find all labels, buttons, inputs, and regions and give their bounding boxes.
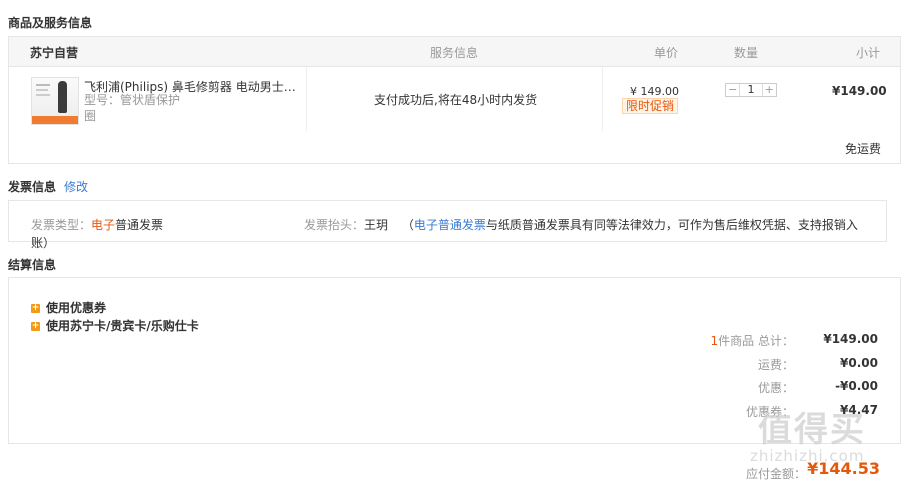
promo-badge: 限时促销 bbox=[622, 98, 679, 114]
product-image[interactable] bbox=[31, 77, 79, 125]
product-model: 型号：管状盾保护 bbox=[84, 93, 181, 107]
freight-value: ¥0.00 bbox=[840, 356, 878, 370]
shipping-note: 免运费 bbox=[845, 142, 882, 156]
expand-plus-icon: + bbox=[31, 303, 40, 313]
store-name: 苏宁自营 bbox=[30, 46, 79, 60]
col-subtotal: 小计 bbox=[856, 46, 881, 60]
invoice-edit-link[interactable]: 修改 bbox=[64, 178, 88, 195]
col-qty: 数量 bbox=[734, 46, 759, 60]
invoice-head: 发票抬头：王玥 （电子普通发票与纸质普通发票具有同等法律效力，可作为售后维权凭据… bbox=[304, 218, 858, 232]
expand-plus-icon: + bbox=[31, 321, 40, 331]
item-subtotal: ¥149.00 bbox=[832, 84, 887, 98]
discount-label: 优惠： bbox=[757, 381, 794, 395]
invoice-type: 发票类型：电子普通发票 bbox=[31, 218, 164, 232]
watermark-logo: 值得买 bbox=[758, 410, 866, 450]
unit-price: ¥ 149.00 bbox=[630, 85, 679, 98]
service-text: 支付成功后,将在48小时内发货 bbox=[374, 93, 538, 107]
use-cards-toggle[interactable]: + 使用苏宁卡/贵宾卡/乐购仕卡 bbox=[31, 317, 199, 334]
product-model-line2: 圈 bbox=[84, 109, 97, 123]
invoice-section-title: 发票信息 bbox=[8, 180, 57, 194]
qty-value[interactable]: 1 bbox=[739, 84, 763, 96]
col-service: 服务信息 bbox=[430, 46, 479, 60]
shipping-row bbox=[8, 131, 901, 164]
settlement-section-title: 结算信息 bbox=[8, 258, 57, 272]
total-value: ¥149.00 bbox=[823, 332, 878, 346]
qty-minus-button[interactable]: − bbox=[726, 84, 739, 96]
e-invoice-link[interactable]: 电子普通发票 bbox=[414, 218, 486, 232]
qty-plus-button[interactable]: + bbox=[763, 84, 776, 96]
goods-section-title: 商品及服务信息 bbox=[8, 16, 93, 30]
invoice-note-line2: 账） bbox=[31, 236, 56, 250]
use-coupon-toggle[interactable]: + 使用优惠券 bbox=[31, 299, 106, 316]
freight-label: 运费： bbox=[757, 358, 794, 372]
watermark-url: zhizhizhi.com bbox=[750, 447, 865, 465]
discount-value: -¥0.00 bbox=[835, 379, 878, 393]
total-label: 1件商品 总计： bbox=[710, 334, 794, 348]
col-price: 单价 bbox=[654, 46, 679, 60]
payable-label: 应付金额： bbox=[745, 467, 806, 481]
quantity-stepper: − 1 + bbox=[725, 83, 777, 97]
